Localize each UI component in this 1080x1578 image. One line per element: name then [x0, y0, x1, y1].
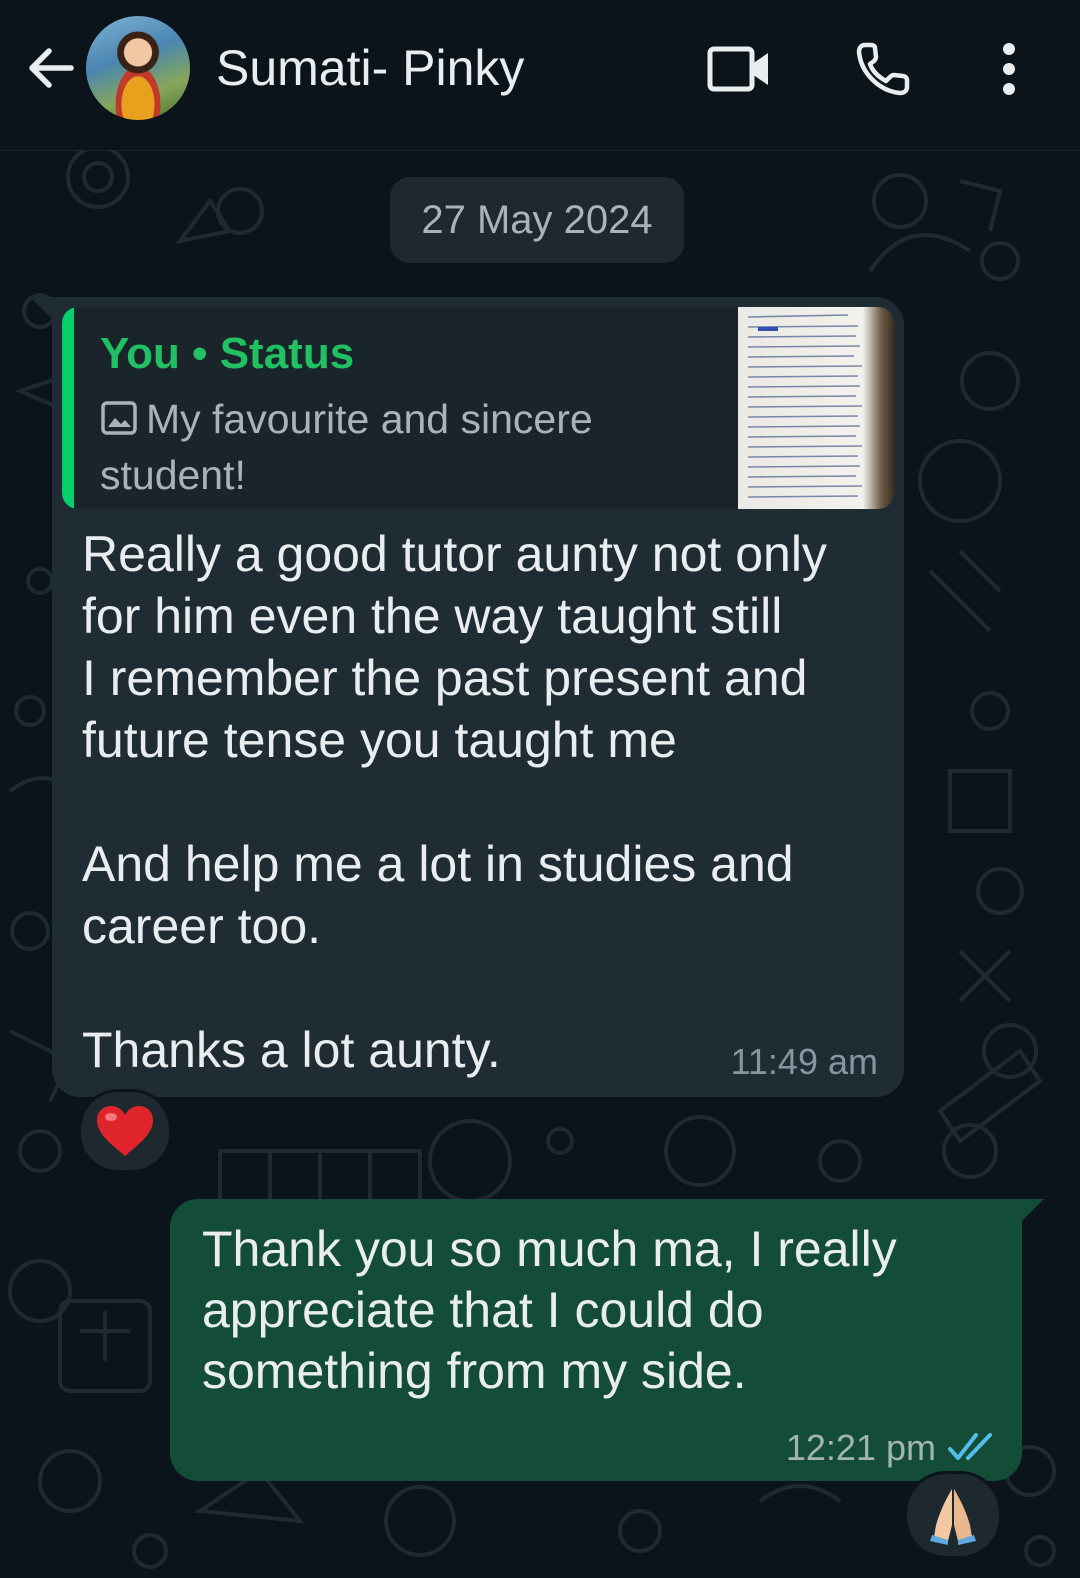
outgoing-message[interactable]: Thank you so much ma, I really appreciat…: [170, 1199, 1022, 1481]
reaction-badge[interactable]: [904, 1471, 1002, 1559]
contact-avatar[interactable]: [86, 16, 190, 120]
arrow-left-icon: [29, 48, 74, 88]
outgoing-bubble-tail: [1022, 1199, 1044, 1221]
quote-text-block: My favourite and sincere student!: [100, 393, 700, 501]
message-text: Thank you so much ma, I really appreciat…: [202, 1221, 911, 1399]
back-button[interactable]: [20, 38, 80, 98]
voice-call-button[interactable]: [850, 36, 916, 102]
video-call-icon: [707, 46, 768, 92]
quote-author: You • Status: [100, 329, 355, 378]
double-check-read-icon: [948, 1433, 992, 1460]
chat-screen: Sumati- Pinky 27 May 2024 You • Status M…: [0, 0, 1080, 1578]
video-call-button[interactable]: [706, 36, 772, 102]
quoted-status-reply[interactable]: You • Status My favourite and sincere st…: [62, 307, 894, 509]
more-vertical-icon: [1003, 43, 1015, 95]
more-options-button[interactable]: [976, 36, 1042, 102]
heart-icon: [97, 1106, 153, 1156]
quote-text: My favourite and sincere student!: [100, 396, 593, 498]
image-icon: [100, 397, 138, 449]
message-time: 12:21 pm: [785, 1427, 936, 1468]
message-text: Really a good tutor aunty not only for h…: [82, 526, 827, 1078]
incoming-bubble-tail: [30, 297, 52, 319]
chat-header: Sumati- Pinky: [0, 0, 1080, 151]
quote-accent-bar: [62, 307, 74, 509]
incoming-message[interactable]: You • Status My favourite and sincere st…: [52, 297, 904, 1097]
chat-area[interactable]: 27 May 2024 You • Status My favourite an…: [0, 151, 1080, 1578]
contact-name[interactable]: Sumati- Pinky: [216, 38, 524, 98]
folded-hands-icon: [930, 1489, 976, 1545]
phone-icon: [856, 42, 910, 96]
date-separator: 27 May 2024: [390, 177, 684, 263]
message-time: 11:49 am: [730, 1041, 878, 1082]
reaction-badge[interactable]: [78, 1089, 172, 1173]
status-image-thumbnail: [738, 307, 894, 509]
